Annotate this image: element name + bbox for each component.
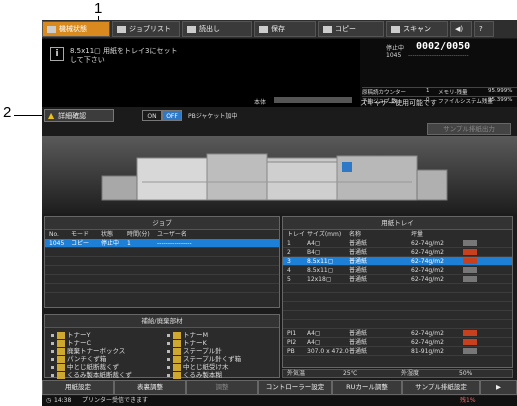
supplies-panel: 補給/廃棄部材 トナーY トナーC 廃棄トナーボックス パンチくず箱 中とじ紙断…: [44, 314, 280, 379]
clock-icon: ◷: [46, 397, 52, 404]
tab-save[interactable]: 保存: [254, 21, 316, 37]
pi-tray-row[interactable]: PI2 A4▢ 普通紙 62-74g/m2: [283, 338, 512, 347]
paper-setting-button[interactable]: 用紙設定: [42, 380, 114, 395]
save-icon: [259, 25, 268, 33]
tray-row-empty: [283, 320, 512, 329]
job-row-empty: [45, 248, 279, 257]
job-row-empty: [45, 284, 279, 293]
scanner-status: スキャナー使用可能です: [360, 99, 437, 107]
status-row: 原稿読カウンター 1 メモリ-残量 95.999%: [362, 87, 517, 96]
supply-item: くるみ製本紙断裁くず: [51, 369, 132, 379]
job-panel-title: ジョブ: [45, 217, 279, 230]
tray-row-empty: [283, 284, 512, 293]
message-area: i 8.5x11▢ 用紙をトレイ3にセット して下さい 本体 停止中 0002/…: [42, 39, 517, 107]
tray-warning-icon: [463, 249, 477, 255]
copy-counter: 0002/0050: [416, 41, 471, 52]
tray-row[interactable]: 4 8.5x11▢ 普通紙 62-74g/m2: [283, 266, 512, 275]
tray-row-empty: [283, 311, 512, 320]
tray-status-icon: [463, 276, 477, 282]
memory-remaining: 残1%: [460, 397, 476, 404]
next-page-button[interactable]: ▶: [480, 380, 517, 395]
warning-icon: ▲: [48, 111, 55, 120]
copy-icon: [323, 25, 332, 33]
body-label: 本体: [254, 99, 267, 106]
paper-tray-panel: 用紙トレイ トレイ サイズ(mm) 名称 坪量 1 A4▢ 普通紙 62-74g/m2 2B…: [282, 216, 513, 368]
tab-scan[interactable]: スキャン: [386, 21, 448, 37]
paper-tray-title: 用紙トレイ: [283, 217, 512, 230]
ru-curl-adjust-button[interactable]: RUカール調整: [332, 380, 402, 395]
tab-machine-status[interactable]: 機械状態: [42, 21, 110, 37]
tray-row[interactable]: 1 A4▢ 普通紙 62-74g/m2: [283, 239, 512, 248]
callout-1: 1: [94, 0, 103, 17]
tray-row[interactable]: 3 8.5x11▢ 普通紙 62-74g/m2: [283, 257, 512, 266]
read-out-icon: [187, 25, 196, 33]
tray-status-icon: [463, 240, 477, 246]
sample-output-setting-button[interactable]: サンプル排紙設定: [402, 380, 480, 395]
printer-status: プリンター受信できます: [82, 397, 149, 404]
tab-read-out[interactable]: 読出し: [182, 21, 252, 37]
bottom-button-bar: 用紙設定 表裏調整 調整 コントローラー設定 RUカール調整 サンプル排紙設定 …: [42, 380, 517, 395]
tray-warning-icon: [463, 258, 477, 264]
machine-illustration: [42, 136, 517, 214]
volume-button[interactable]: ◀): [450, 21, 472, 37]
job-panel: ジョブ No. モード 状態 時間(分) ユーザー名 1045 コピー 停止中 1 ------…: [44, 216, 280, 308]
tray-warning-icon: [463, 330, 477, 336]
status-line: ◷ 14:38 プリンター受信できます 残1%: [42, 396, 517, 406]
tab-job-list[interactable]: ジョブリスト: [112, 21, 180, 37]
job-row-empty: [45, 257, 279, 266]
controller-setting-button[interactable]: コントローラー設定: [258, 380, 332, 395]
tray-warning-icon: [463, 339, 477, 345]
external-conditions: 外気温 25℃ 外湿度 50%: [282, 369, 513, 378]
current-job-number: 1045: [386, 52, 402, 59]
body-progress-bar: [274, 97, 352, 103]
tray-row[interactable]: 2 B4▢ 普通紙 62-74g/m2: [283, 248, 512, 257]
on-off-toggle[interactable]: ON OFF: [142, 110, 182, 121]
tray-row[interactable]: 5 12x18▢ 普通紙 62-74g/m2: [283, 275, 512, 284]
job-list-icon: [117, 25, 126, 33]
fix-status-label: PBジャケット加中: [188, 113, 238, 120]
job-row-empty: [45, 266, 279, 275]
machine-state: 停止中: [386, 45, 405, 52]
adjust-button[interactable]: 調整: [186, 380, 258, 395]
status-panel: 停止中 0002/0050 1045 ---------------------…: [360, 39, 517, 107]
help-button[interactable]: ?: [474, 21, 494, 37]
tray-row-empty: [283, 302, 512, 311]
machine-status-icon: [47, 25, 56, 33]
on-option[interactable]: ON: [142, 110, 162, 121]
supply-item: くるみ製本糊: [167, 369, 222, 379]
job-row-empty: [45, 275, 279, 284]
job-row[interactable]: 1045 コピー 停止中 1 ----------------: [45, 239, 279, 248]
off-option[interactable]: OFF: [162, 110, 182, 121]
current-job-user: ----------------------------: [408, 52, 469, 59]
pi-tray-row[interactable]: PI1 A4▢ 普通紙 62-74g/m2: [283, 329, 512, 338]
tray-row-empty: [283, 293, 512, 302]
tray-status-icon: [463, 348, 477, 354]
supplies-panel-title: 補給/廃棄部材: [45, 315, 279, 328]
control-panel-screen: 機械状態 ジョブリスト 読出し 保存 コピー スキャン ◀) ? i 8.5x1…: [42, 20, 517, 406]
sample-output-button[interactable]: サンプル排紙出力: [427, 123, 511, 135]
scan-icon: [391, 25, 400, 33]
callout-2: 2: [3, 104, 12, 121]
message-text: 8.5x11▢ 用紙をトレイ3にセット して下さい: [70, 47, 178, 64]
pi-tray-row[interactable]: PB 307.0 x 472.0 普通紙 81-91g/m2: [283, 347, 512, 356]
tray-table-header: トレイ サイズ(mm) 名称 坪量: [287, 231, 424, 238]
front-back-adjust-button[interactable]: 表裏調整: [114, 380, 186, 395]
clock-time: 14:38: [54, 397, 72, 404]
detail-check-button[interactable]: ▲ 詳細確認: [44, 109, 114, 122]
glue-icon: [173, 371, 181, 379]
trim-box-icon: [57, 371, 65, 379]
job-table-header: No. モード 状態 時間(分) ユーザー名: [49, 231, 187, 238]
menu-bar: 機械状態 ジョブリスト 読出し 保存 コピー スキャン ◀) ?: [42, 20, 517, 38]
tray-status-icon: [463, 267, 477, 273]
tab-copy[interactable]: コピー: [318, 21, 384, 37]
info-icon: i: [50, 47, 64, 61]
